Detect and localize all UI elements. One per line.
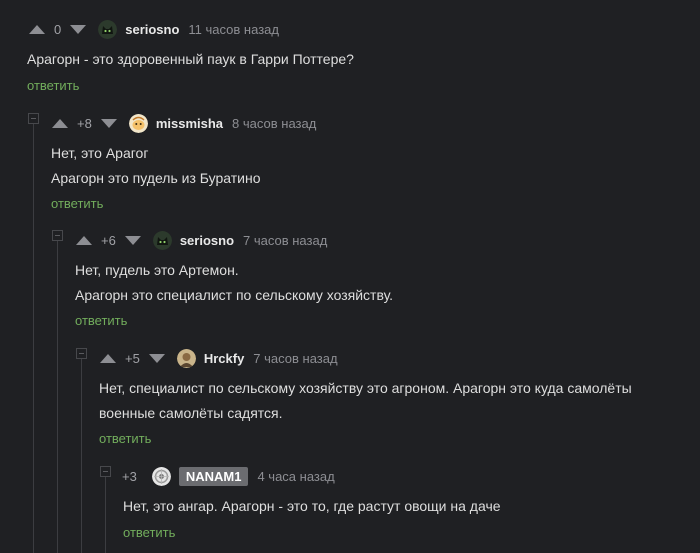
downvote-arrow-icon[interactable] (100, 118, 117, 128)
thread-line-level-4 (105, 476, 106, 553)
reply-link[interactable]: ответить (123, 525, 175, 540)
cartoon-avatar-icon (128, 113, 148, 133)
comment-username[interactable]: seriosno (125, 22, 179, 37)
reply-link[interactable]: ответить (51, 196, 103, 211)
comment-text-line: Арагорн это пудель из Буратино (51, 170, 261, 186)
upvote-arrow-icon[interactable] (29, 24, 45, 34)
comment-text-line: Арагорн - это здоровенный паук в Гарри П… (27, 51, 354, 67)
user-avatar[interactable] (176, 348, 196, 368)
collapse-thread-button[interactable] (28, 113, 39, 124)
comment-text-line: Нет, это ангар. Арагорн - это то, где ра… (123, 498, 501, 514)
comment-header: +8 missmisha 8 часов назад (52, 112, 316, 134)
comment-timestamp: 8 часов назад (232, 115, 317, 131)
upvote-arrow-icon[interactable] (52, 118, 68, 128)
comment-header: 0 seriosno 11 часов назад (29, 18, 279, 40)
comment-rating: +6 (101, 232, 116, 248)
comment-timestamp: 7 часов назад (253, 350, 338, 366)
comment-timestamp: 11 часов назад (188, 21, 279, 37)
thread-line-level-3 (81, 358, 82, 553)
comment-username[interactable]: Hrckfy (204, 351, 244, 366)
comment-body: Нет, специалист по сельскому хозяйству э… (99, 376, 632, 426)
comment-body: Нет, это ангар. Арагорн - это то, где ра… (123, 494, 501, 519)
downvote-arrow-icon[interactable] (70, 24, 87, 34)
comment-header: +6 seriosno 7 часов назад (76, 229, 327, 251)
downvote-arrow-icon[interactable] (148, 353, 165, 363)
comment-username[interactable]: seriosno (180, 233, 234, 248)
collapse-thread-button[interactable] (76, 348, 87, 359)
comment-body: Нет, пудель это Артемон. Арагорн это спе… (75, 258, 393, 308)
upvote-arrow-icon[interactable] (76, 235, 92, 245)
collapse-thread-button[interactable] (100, 466, 111, 477)
comment-header: +5 Hrckfy 7 часов назад (100, 347, 338, 369)
comment-text-line: военные самолёты садятся. (99, 405, 283, 421)
comment-body: Нет, это Арагог Арагорн это пудель из Бу… (51, 141, 261, 191)
user-avatar[interactable] (152, 230, 172, 250)
reply-link[interactable]: ответить (99, 431, 151, 446)
comment-body: Арагорн - это здоровенный паук в Гарри П… (27, 47, 354, 72)
comment-rating: +8 (77, 115, 92, 131)
comment-header: +3 NANAM1 4 часа назад (113, 465, 335, 487)
cat-avatar-icon (152, 230, 172, 250)
downvote-arrow-icon[interactable] (124, 235, 141, 245)
reply-link[interactable]: ответить (75, 313, 127, 328)
reply-link[interactable]: ответить (27, 78, 79, 93)
comment-timestamp: 7 часов назад (243, 232, 328, 248)
comment-rating: 0 (54, 21, 62, 37)
comment-timestamp: 4 часа назад (257, 468, 335, 484)
comment-username[interactable]: missmisha (156, 116, 223, 131)
collapse-thread-button[interactable] (52, 230, 63, 241)
person-avatar-icon (176, 348, 196, 368)
upvote-arrow-icon[interactable] (100, 353, 116, 363)
user-avatar[interactable] (128, 113, 148, 133)
thread-line-level-2 (57, 240, 58, 553)
comment-text-line: Нет, специалист по сельскому хозяйству э… (99, 380, 632, 396)
comment-rating: +5 (125, 350, 140, 366)
author-username-badge[interactable]: NANAM1 (178, 466, 249, 486)
comment-text-line: Нет, пудель это Артемон. (75, 262, 239, 278)
pattern-avatar-icon (151, 466, 171, 486)
comment-text-line: Нет, это Арагог (51, 145, 149, 161)
user-avatar[interactable] (151, 466, 171, 486)
comment-rating: +3 (122, 468, 137, 484)
cat-avatar-icon (98, 19, 118, 39)
thread-line-level-1 (33, 123, 34, 553)
comment-text-line: Арагорн это специалист по сельскому хозя… (75, 287, 394, 303)
user-avatar[interactable] (98, 19, 118, 39)
